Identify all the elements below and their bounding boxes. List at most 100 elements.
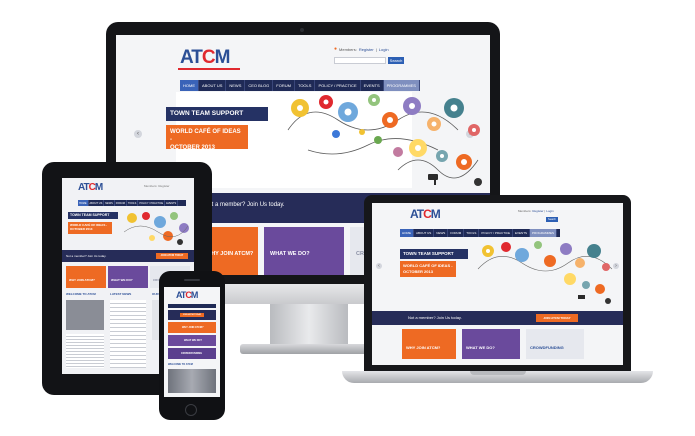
tablet-banner-title[interactable]: TOWN TEAM SUPPORT — [68, 212, 118, 219]
site-logo[interactable]: ATCM — [180, 47, 230, 69]
tablet-register-link[interactable]: Register — [158, 184, 169, 188]
phone-logo-text: ATCM — [176, 290, 198, 300]
phone-tile-crowd[interactable]: CROWDFUNDING — [168, 348, 216, 359]
phone-tile-join-label: WHY JOIN ATCM? — [182, 326, 204, 329]
laptop-register-link[interactable]: Register — [532, 209, 543, 213]
tablet-banner-event[interactable]: WORLD CAFÉ OF IDEAS - OCTOBER 2013 — [68, 222, 112, 234]
laptop-login-link[interactable]: Login — [546, 209, 553, 213]
banner-title[interactable]: TOWN TEAM SUPPORT — [166, 107, 268, 121]
phone-tile-what[interactable]: WHAT WE DO? — [168, 335, 216, 346]
phone-tile-crowd-label: CROWDFUNDING — [181, 352, 203, 355]
logo-text: ATCM — [180, 47, 230, 68]
tablet-members-label: Members: — [144, 184, 158, 188]
phone-join-button[interactable]: JOIN ATCM TODAY — [180, 313, 204, 317]
search-button[interactable]: Search — [388, 57, 404, 64]
laptop-nav-programmes[interactable]: PROGRAMMES — [530, 229, 558, 237]
laptop-link-separator: | — [544, 209, 546, 213]
laptop-nav-events[interactable]: EVENTS — [513, 229, 531, 237]
laptop-tile-join[interactable]: WHY JOIN ATCM? — [402, 329, 456, 359]
tablet-member-links: Members: Register — [144, 184, 170, 188]
tablet-nav-about[interactable]: ABOUT US — [89, 200, 105, 206]
laptop-banner-event-line2: OCTOBER 2013 — [403, 268, 433, 274]
laptop-carousel-prev[interactable]: ‹ — [376, 263, 382, 269]
laptop-search-button[interactable]: Search — [546, 217, 558, 222]
laptop-gears-illustration — [477, 241, 613, 304]
banner-event-line1: WORLD CAFÉ OF IDEAS - — [170, 129, 241, 143]
tile-what-label: WHAT WE DO? — [270, 251, 310, 257]
laptop-banner-event-line1: WORLD CAFÉ OF IDEAS - — [403, 263, 453, 268]
laptop-tile-join-label: WHY JOIN ATCM? — [406, 345, 441, 350]
user-icon: ● — [334, 46, 338, 52]
tablet-tile-join-label: WHY JOIN ATCM? — [69, 278, 95, 282]
laptop-banner-event[interactable]: WORLD CAFÉ OF IDEAS - OCTOBER 2013 — [400, 261, 456, 277]
phone-tile-join[interactable]: WHY JOIN ATCM? — [168, 322, 216, 333]
search-input[interactable] — [334, 57, 386, 64]
member-prompt: Not a member? Join Us today. — [204, 202, 285, 208]
laptop-members-label: Members: — [518, 209, 532, 213]
tile-join-label: WHY JOIN ATCM? — [206, 251, 254, 257]
phone-logo[interactable]: ATCM — [176, 290, 198, 300]
tablet-nav-policy[interactable]: POLICY / PRACTICE — [138, 200, 166, 206]
laptop-nav-policy[interactable]: POLICY / PRACTICE — [479, 229, 514, 237]
phone-nav-bar[interactable] — [168, 304, 216, 308]
phone-join-button-label: JOIN ATCM TODAY — [182, 314, 202, 316]
tablet-nav-forum[interactable]: FORUM — [115, 200, 127, 206]
phone-welcome-heading: WELCOME TO ATCM — [168, 363, 193, 366]
tablet-join-button[interactable]: JOIN ATCM TODAY — [156, 253, 188, 259]
laptop-nav: HOME ABOUT US NEWS FORUM TOOLS POLICY / … — [400, 229, 560, 237]
tile-what[interactable]: WHAT WE DO? — [264, 227, 344, 275]
laptop-nav-tools[interactable]: TOOLS — [464, 229, 480, 237]
tablet-nav-events[interactable]: EVENTS — [165, 200, 179, 206]
tablet-logo[interactable]: ATCM — [78, 182, 103, 193]
laptop-nav-about[interactable]: ABOUT US — [414, 229, 435, 237]
laptop-banner-title[interactable]: TOWN TEAM SUPPORT — [400, 249, 468, 259]
login-link[interactable]: Login — [379, 47, 389, 52]
laptop-tile-what[interactable]: WHAT WE DO? — [462, 329, 520, 359]
tablet-tile-what[interactable]: WHAT WE DO? — [108, 266, 148, 288]
header-member-links: ● Members: Register | Login — [334, 46, 389, 52]
nav-ceo-blog[interactable]: CEO BLOG — [245, 80, 274, 91]
tablet-welcome-text — [66, 334, 104, 368]
laptop-join-button[interactable]: JOIN ATCM TODAY — [536, 314, 578, 322]
monitor-foot — [240, 344, 378, 354]
nav-about[interactable]: ABOUT US — [199, 80, 227, 91]
laptop-logo-text: ATCM — [410, 207, 441, 221]
register-link[interactable]: Register — [359, 47, 374, 52]
nav-home[interactable]: HOME — [180, 80, 199, 91]
banner-event[interactable]: WORLD CAFÉ OF IDEAS - OCTOBER 2013 — [166, 125, 248, 151]
tablet-banner-event-line2: OCTOBER 2013 — [70, 227, 93, 231]
banner-event-line2: OCTOBER 2013 — [170, 145, 215, 151]
laptop-member-prompt: Not a member? Join Us today. — [408, 315, 462, 320]
phone-speaker — [184, 279, 200, 281]
phone-welcome-photo — [168, 369, 216, 393]
laptop-tile-crowd[interactable]: CROWDFUNDING — [526, 329, 584, 359]
tablet-welcome-heading: WELCOME TO ATCM — [66, 292, 96, 296]
monitor-camera — [300, 28, 304, 32]
tablet-nav-news[interactable]: NEWS — [104, 200, 115, 206]
tablet-nav-home[interactable]: HOME — [78, 200, 89, 206]
laptop-notch — [470, 371, 526, 375]
tablet-tile-what-label: WHAT WE DO? — [111, 278, 133, 282]
laptop-member-links: Members: Register | Login — [518, 209, 554, 213]
tablet-member-prompt: Not a member? Join Us today. — [66, 254, 107, 258]
carousel-prev-button[interactable]: ‹ — [134, 130, 142, 138]
members-label: Members: — [339, 46, 357, 52]
laptop-nav-news[interactable]: NEWS — [434, 229, 449, 237]
tablet-news-list — [110, 300, 146, 368]
devices-mockup: ATCM ● Members: Register | Login Search … — [0, 0, 695, 436]
tablet-logo-text: ATCM — [78, 182, 103, 193]
laptop-website: ATCM Members: Register | Login Search HO… — [372, 203, 623, 365]
nav-news[interactable]: NEWS — [226, 80, 246, 91]
tablet-nav-tools[interactable]: TOOLS — [127, 200, 139, 206]
tablet-latest-heading: LATEST NEWS — [110, 292, 132, 296]
monitor-stand — [270, 304, 348, 348]
laptop-nav-home[interactable]: HOME — [400, 229, 414, 237]
laptop-banner-title-text: TOWN TEAM SUPPORT — [403, 251, 454, 256]
laptop-nav-forum[interactable]: FORUM — [448, 229, 465, 237]
tablet-gears-illustration — [123, 212, 189, 245]
phone-home-button[interactable] — [185, 404, 197, 416]
link-separator: | — [375, 46, 377, 52]
tablet-tile-join[interactable]: WHY JOIN ATCM? — [66, 266, 106, 288]
laptop-logo[interactable]: ATCM — [410, 207, 441, 221]
tablet-welcome-photo — [66, 300, 104, 330]
